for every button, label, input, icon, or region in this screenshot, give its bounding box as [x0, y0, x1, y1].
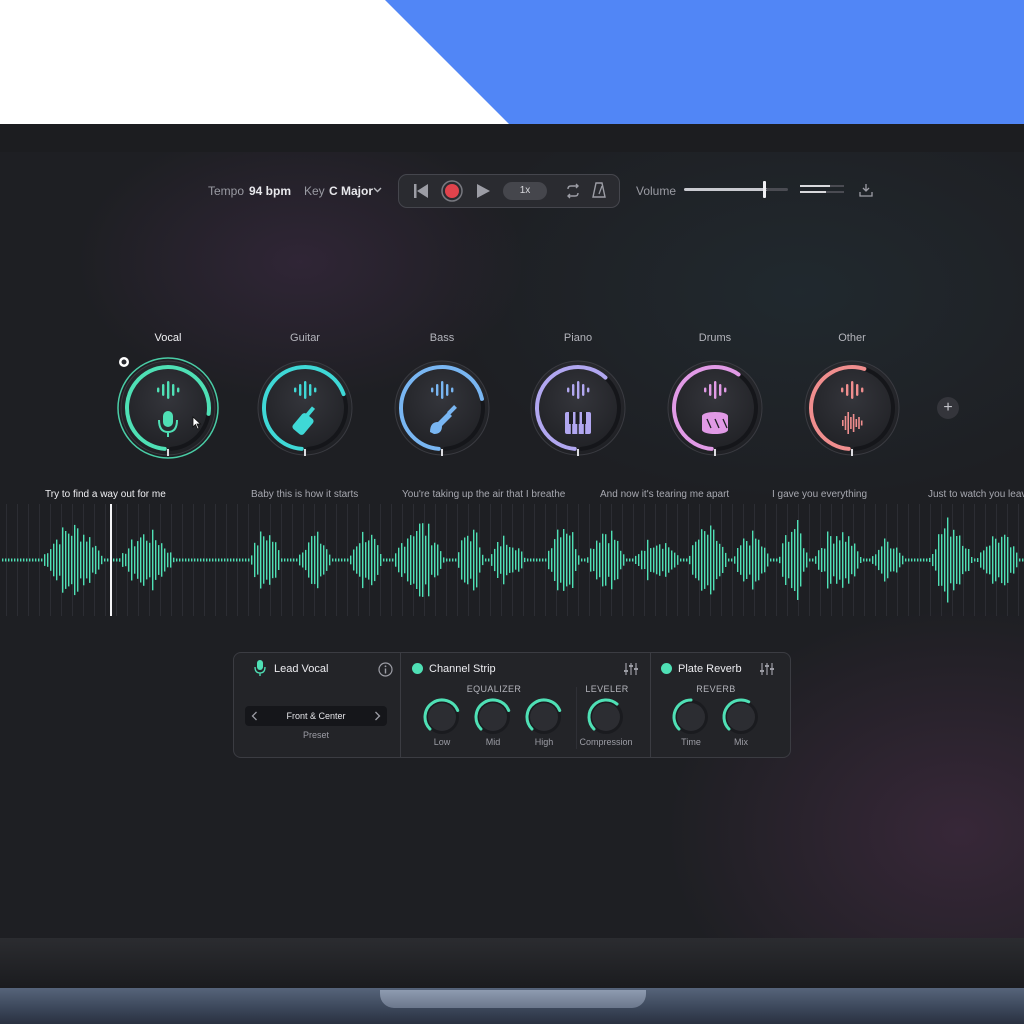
key-value[interactable]: C Major — [329, 184, 373, 198]
lyric-line[interactable]: You're taking up the air that I breathe — [402, 489, 565, 500]
chevron-right-icon[interactable] — [374, 711, 381, 721]
lyric-line[interactable]: Just to watch you leave — [928, 489, 1024, 500]
playback-speed[interactable]: 1x — [503, 182, 547, 200]
panel-divider — [650, 653, 651, 757]
panel-divider — [400, 653, 401, 757]
knob-mix-label: Mix — [734, 737, 748, 747]
track-name[interactable]: Lead Vocal — [274, 663, 328, 675]
lyric-line[interactable]: Baby this is how it starts — [251, 489, 358, 500]
preset-label: Preset — [302, 730, 329, 740]
knob-mid-label: Mid — [485, 737, 501, 747]
loop-icon[interactable] — [565, 183, 581, 199]
key-label: Key — [304, 184, 325, 198]
info-icon[interactable] — [378, 662, 393, 677]
reverb-title: Plate Reverb — [678, 663, 742, 675]
knob-high-label: High — [534, 737, 554, 747]
preset-value: Front & Center — [286, 711, 346, 721]
volume-slider-rest — [766, 188, 788, 191]
equalizer-label: EQUALIZER — [466, 684, 522, 694]
preset-selector[interactable]: Front & Center — [245, 706, 387, 726]
channel-strip-title: Channel Strip — [429, 663, 496, 675]
record-icon[interactable] — [441, 180, 463, 202]
knob-low[interactable] — [422, 697, 462, 737]
play-icon[interactable] — [475, 183, 491, 199]
transport-controls: 1x — [398, 174, 620, 208]
instrument-dial-piano[interactable] — [526, 356, 630, 460]
knob-compression[interactable] — [586, 697, 626, 737]
skip-back-icon[interactable] — [413, 183, 429, 199]
audio-waveform[interactable] — [0, 504, 1024, 616]
lyric-line[interactable]: I gave you everything — [772, 489, 867, 500]
metronome-icon[interactable] — [592, 182, 606, 199]
instrument-label-drums: Drums — [698, 332, 732, 344]
microphone-icon — [254, 660, 266, 676]
volume-label: Volume — [636, 184, 677, 198]
instrument-dial-other[interactable] — [800, 356, 904, 460]
lyric-line[interactable]: Try to find a way out for me — [45, 489, 166, 500]
instrument-label-guitar: Guitar — [290, 332, 320, 344]
tempo-label: Tempo — [208, 184, 245, 198]
sliders-icon[interactable] — [760, 662, 774, 676]
knob-compression-label: Compression — [579, 737, 633, 747]
reverb-toggle[interactable] — [661, 663, 672, 674]
lyric-line[interactable]: And now it's tearing me apart — [600, 489, 729, 500]
instrument-dial-drums[interactable] — [663, 356, 767, 460]
track-effects-panel: Lead Vocal Front & Center Preset Channel… — [233, 652, 791, 758]
chevron-down-icon[interactable] — [373, 187, 382, 193]
tempo-value[interactable]: 94 bpm — [249, 184, 291, 198]
instrument-dial-vocal[interactable] — [116, 356, 220, 460]
knob-mix[interactable] — [721, 697, 761, 737]
app-screen: Tempo 94 bpm Key C Major 1x Volume Vocal… — [0, 152, 1024, 938]
export-icon[interactable] — [859, 183, 873, 197]
leveler-label: LEVELER — [585, 684, 629, 694]
instrument-label-vocal: Vocal — [154, 332, 182, 344]
knob-time[interactable] — [671, 697, 711, 737]
channel-strip-toggle[interactable] — [412, 663, 423, 674]
volume-slider-thumb[interactable] — [763, 181, 766, 198]
instrument-dial-guitar[interactable] — [253, 356, 357, 460]
laptop-hinge — [0, 938, 1024, 990]
knob-mid[interactable] — [473, 697, 513, 737]
level-meter-icon — [800, 185, 844, 193]
reverb-section-label: REVERB — [696, 684, 736, 694]
cursor-pointer-icon — [192, 416, 202, 430]
instrument-label-other: Other — [838, 332, 866, 344]
selected-indicator-icon — [119, 357, 129, 367]
instrument-label-bass: Bass — [429, 332, 455, 344]
instrument-label-piano: Piano — [563, 332, 593, 344]
add-instrument-button[interactable]: + — [937, 397, 959, 419]
instrument-dial-bass[interactable] — [390, 356, 494, 460]
laptop-notch — [380, 990, 646, 1008]
sliders-icon[interactable] — [624, 662, 638, 676]
knob-low-label: Low — [433, 737, 451, 747]
knob-time-label: Time — [681, 737, 701, 747]
knob-high[interactable] — [524, 697, 564, 737]
